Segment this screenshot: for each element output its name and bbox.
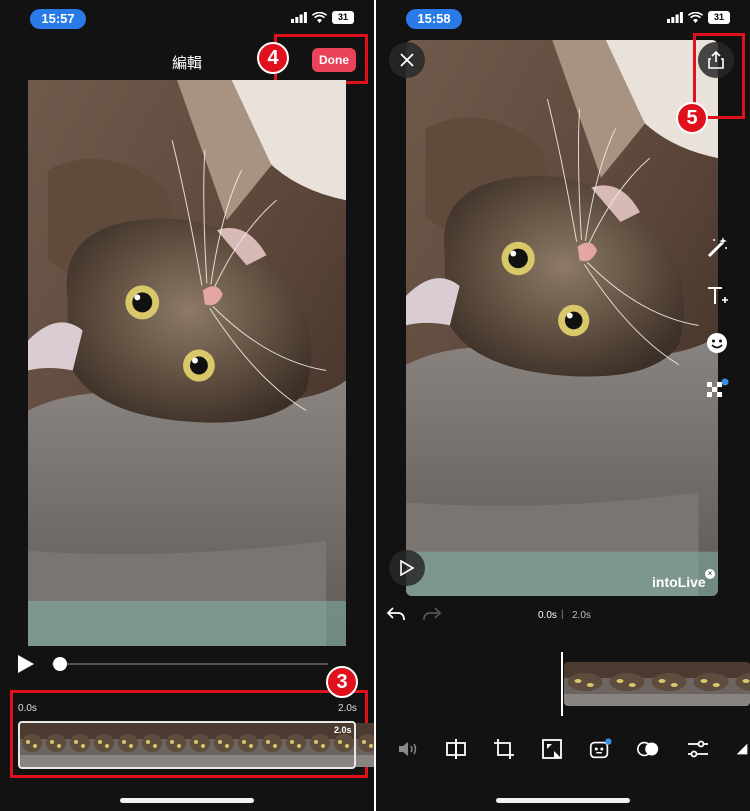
watermark-label[interactable]: intoLive: [652, 574, 706, 590]
battery-indicator: 31: [708, 11, 730, 24]
filter-button[interactable]: [636, 737, 660, 761]
more-tools-button[interactable]: [734, 737, 750, 761]
watermark-remove-icon[interactable]: ×: [705, 569, 715, 579]
clip-duration: 2.0s: [334, 725, 352, 735]
time-current: 0.0s: [538, 610, 557, 621]
crop-icon: [494, 739, 514, 759]
text-button[interactable]: [704, 283, 730, 309]
scrub-track[interactable]: [52, 663, 328, 665]
wifi-icon: [688, 12, 703, 23]
video-preview[interactable]: [28, 80, 346, 646]
signal-icon: [291, 12, 307, 23]
battery-indicator: 31: [332, 11, 354, 24]
home-indicator: [496, 798, 630, 803]
ai-face-button[interactable]: [588, 737, 612, 761]
wifi-icon: [312, 12, 327, 23]
scrub-handle[interactable]: [53, 657, 67, 671]
magic-wand-icon: [707, 237, 727, 258]
step-badge-4: 4: [257, 42, 289, 74]
adjust-button[interactable]: [686, 737, 710, 761]
trim-start-time: 0.0s: [18, 703, 37, 714]
more-tools-icon: [736, 743, 748, 755]
status-time: 15:58: [406, 9, 462, 29]
timeline-filmstrip[interactable]: [564, 662, 750, 706]
close-icon: [400, 53, 414, 67]
play-icon: [400, 560, 414, 576]
filter-icon: [637, 741, 659, 757]
preview-play-button[interactable]: [389, 550, 425, 586]
resize-button[interactable]: [540, 737, 564, 761]
left-editor-screen: 15:57 31 編輯 Done 4 3 0.0s 2.0s 2.0s: [0, 0, 374, 811]
volume-icon: [399, 742, 417, 756]
status-time: 15:57: [30, 9, 86, 29]
time-total: 2.0s: [572, 610, 591, 621]
signal-icon: [667, 12, 683, 23]
video-preview[interactable]: [406, 40, 718, 596]
mosaic-button[interactable]: [704, 377, 730, 403]
resize-icon: [542, 739, 562, 759]
home-indicator: [120, 798, 254, 803]
time-separator: |: [561, 609, 564, 620]
undo-icon[interactable]: [386, 606, 406, 622]
close-button[interactable]: [389, 42, 425, 78]
trim-end-time: 2.0s: [338, 703, 357, 714]
playhead[interactable]: [561, 652, 563, 716]
split-icon: [446, 739, 466, 759]
magic-wand-button[interactable]: [704, 234, 730, 260]
crop-button[interactable]: [492, 737, 516, 761]
split-button[interactable]: [444, 737, 468, 761]
step-badge-3: 3: [326, 666, 358, 698]
sticker-icon: [707, 333, 727, 353]
adjust-icon: [688, 740, 708, 758]
sticker-button[interactable]: [704, 330, 730, 356]
step-badge-5: 5: [676, 102, 708, 134]
volume-button[interactable]: [396, 737, 420, 761]
ai-face-icon: [589, 738, 612, 759]
mosaic-icon: [707, 378, 729, 397]
text-icon: [708, 287, 728, 304]
trim-selection-frame[interactable]: [18, 721, 356, 769]
redo-icon[interactable]: [422, 606, 442, 622]
play-icon[interactable]: [17, 654, 35, 674]
